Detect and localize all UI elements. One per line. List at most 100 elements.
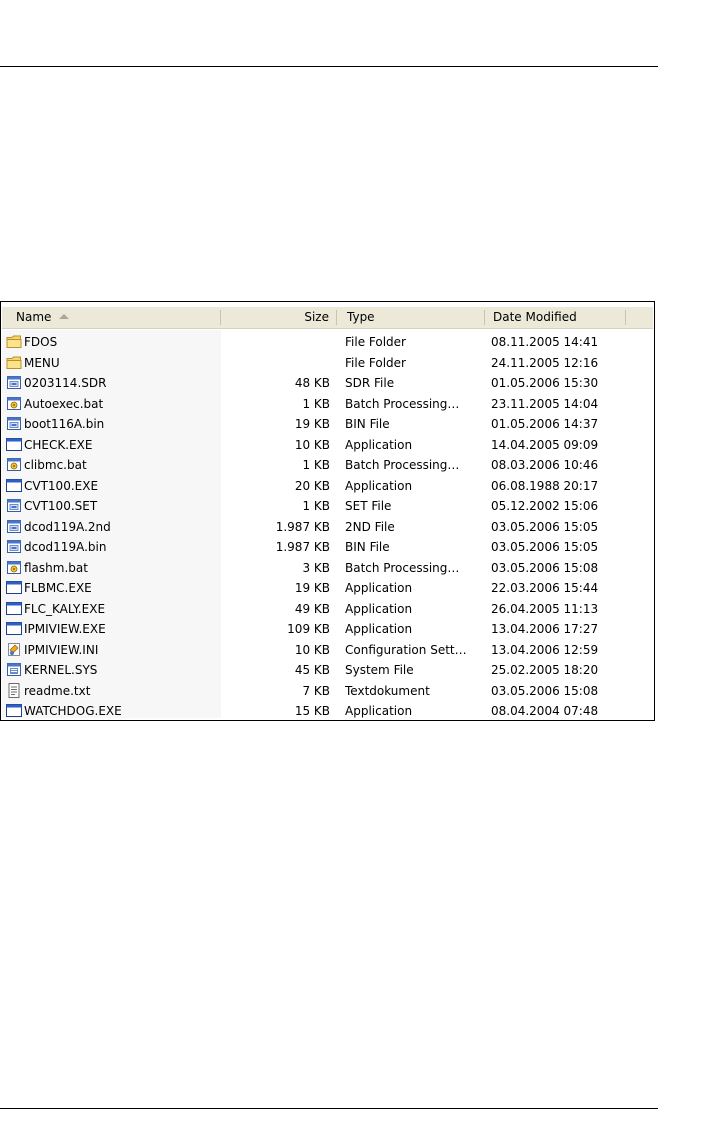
file-name: CVT100.SET <box>24 499 98 513</box>
text-file-icon <box>6 682 22 698</box>
file-type: Application <box>345 601 413 616</box>
column-divider[interactable] <box>484 310 485 325</box>
file-name-cell[interactable]: CHECK.EXE <box>6 435 220 455</box>
file-name: clibmc.bat <box>24 458 87 472</box>
file-size: 15 KB <box>294 704 330 718</box>
file-name: dcod119A.bin <box>24 540 107 554</box>
file-date-modified: 23.11.2005 14:04 <box>491 396 599 411</box>
file-type: SET File <box>345 499 392 513</box>
batch-file-icon <box>6 457 22 472</box>
file-name-cell[interactable]: flashm.bat <box>6 558 220 578</box>
file-name-cell[interactable]: boot116A.bin <box>6 414 220 434</box>
file-row[interactable]: Autoexec.bat 1 KB Batch Processing… 23.11.2… <box>2 394 653 415</box>
file-type: File Folder <box>345 335 406 349</box>
file-date-modified: 05.12.2002 15:06 <box>491 499 599 513</box>
batch-file-icon <box>6 560 22 575</box>
file-name-cell[interactable]: CVT100.SET <box>6 496 220 516</box>
file-date-modified: 03.05.2006 15:05 <box>491 519 599 534</box>
file-row[interactable]: boot116A.bin 19 KB BIN File 01.05.2006 14:3… <box>2 414 653 435</box>
generic-file-icon <box>6 519 22 534</box>
column-header-bar: Name Size Type Date Modified <box>2 307 653 329</box>
file-row[interactable]: FLBMC.EXE 19 KB Application 22.03.2006 15:4… <box>2 578 653 599</box>
file-name-cell[interactable]: Autoexec.bat <box>6 394 220 414</box>
file-name-cell[interactable]: IPMIVIEW.EXE <box>6 619 220 639</box>
file-type: Textdokument <box>345 683 430 698</box>
file-type: Batch Processing… <box>345 458 460 472</box>
file-name-cell[interactable]: WATCHDOG.EXE <box>6 701 220 720</box>
file-size: 19 KB <box>294 417 330 431</box>
file-row[interactable]: KERNEL.SYS 45 KB System File 25.02.2005 18:… <box>2 660 653 681</box>
file-rows: FDOS File Folder 08.11.2005 14:41 MENU File … <box>2 332 653 720</box>
file-name: CVT100.EXE <box>24 478 99 493</box>
column-divider[interactable] <box>625 310 626 325</box>
file-date-modified: 03.05.2006 15:05 <box>491 540 599 554</box>
file-name-cell[interactable]: FLC_KALY.EXE <box>6 599 220 619</box>
file-name: Autoexec.bat <box>24 396 104 411</box>
file-size: 48 KB <box>294 376 330 390</box>
file-date-modified: 24.11.2005 12:16 <box>491 355 599 370</box>
file-row[interactable]: MENU File Folder 24.11.2005 12:16 <box>2 353 653 374</box>
file-name-cell[interactable]: FLBMC.EXE <box>6 578 220 598</box>
file-name-cell[interactable]: FDOS <box>6 332 220 352</box>
file-row[interactable]: IPMIVIEW.EXE 109 KB Application 13.04.2006 … <box>2 619 653 640</box>
file-size: 20 KB <box>294 478 330 493</box>
file-size: 3 KB <box>302 560 330 575</box>
generic-file-icon <box>6 539 22 554</box>
file-name: dcod119A.2nd <box>24 519 111 534</box>
file-date-modified: 06.08.1988 20:17 <box>491 478 599 493</box>
file-size: 7 KB <box>302 683 330 698</box>
file-row[interactable]: dcod119A.2nd 1.987 KB 2ND File 03.05.2006 1… <box>2 517 653 538</box>
file-name-cell[interactable]: dcod119A.2nd <box>6 517 220 537</box>
file-name-cell[interactable]: KERNEL.SYS <box>6 660 220 680</box>
column-header-type[interactable]: Type <box>347 307 477 328</box>
file-name: 0203114.SDR <box>24 376 107 390</box>
file-type: Configuration Sett… <box>345 642 467 657</box>
file-row[interactable]: clibmc.bat 1 KB Batch Processing… 08.03.200… <box>2 455 653 476</box>
file-size: 10 KB <box>294 437 330 452</box>
file-row[interactable]: FDOS File Folder 08.11.2005 14:41 <box>2 332 653 353</box>
file-row[interactable]: CHECK.EXE 10 KB Application 14.04.2005 09:0… <box>2 435 653 456</box>
file-date-modified: 03.05.2006 15:08 <box>491 683 599 698</box>
file-type: Application <box>345 581 413 595</box>
file-date-modified: 13.04.2006 17:27 <box>491 622 599 636</box>
file-name-cell[interactable]: dcod119A.bin <box>6 537 220 557</box>
file-name-cell[interactable]: IPMIVIEW.INI <box>6 640 220 660</box>
file-name-cell[interactable]: CVT100.EXE <box>6 476 220 496</box>
application-icon <box>6 437 22 452</box>
column-header-type-label: Type <box>347 310 375 324</box>
folder-icon <box>6 355 22 370</box>
file-row[interactable]: CVT100.SET 1 KB SET File 05.12.2002 15:06 <box>2 496 653 517</box>
file-row[interactable]: dcod119A.bin 1.987 KB BIN File 03.05.2006 1… <box>2 537 653 558</box>
column-header-name[interactable]: Name <box>16 307 216 328</box>
file-row[interactable]: flashm.bat 3 KB Batch Processing… 03.05.200… <box>2 558 653 579</box>
file-name-cell[interactable]: readme.txt <box>6 681 220 701</box>
file-type: Application <box>345 704 413 718</box>
file-list-view: Name Size Type Date Modified FDOS File Fo… <box>0 301 655 721</box>
file-type: Application <box>345 622 413 636</box>
file-name-cell[interactable]: 0203114.SDR <box>6 373 220 393</box>
application-icon <box>6 601 22 616</box>
column-header-size[interactable]: Size <box>222 307 329 328</box>
file-name: IPMIVIEW.EXE <box>24 622 106 636</box>
file-name: KERNEL.SYS <box>24 663 98 677</box>
column-divider[interactable] <box>336 310 337 325</box>
file-name: flashm.bat <box>24 560 88 575</box>
column-header-date[interactable]: Date Modified <box>493 307 623 328</box>
file-row[interactable]: FLC_KALY.EXE 49 KB Application 26.04.2005 1… <box>2 599 653 620</box>
file-date-modified: 03.05.2006 15:08 <box>491 560 599 575</box>
file-date-modified: 25.02.2005 18:20 <box>491 663 599 677</box>
file-name-cell[interactable]: MENU <box>6 353 220 373</box>
file-size: 109 KB <box>287 622 330 636</box>
file-row[interactable]: 0203114.SDR 48 KB SDR File 01.05.2006 15:30 <box>2 373 653 394</box>
file-name-cell[interactable]: clibmc.bat <box>6 455 220 475</box>
file-row[interactable]: WATCHDOG.EXE 15 KB Application 08.04.2004 0… <box>2 701 653 720</box>
column-divider[interactable] <box>220 310 221 325</box>
file-row[interactable]: readme.txt 7 KB Textdokument 03.05.2006 15:… <box>2 681 653 702</box>
generic-file-icon <box>6 498 22 513</box>
file-type: Batch Processing… <box>345 396 460 411</box>
file-row[interactable]: IPMIVIEW.INI 10 KB Configuration Sett… 13.0… <box>2 640 653 661</box>
file-size <box>222 332 330 352</box>
file-type: Application <box>345 478 413 493</box>
generic-file-icon <box>6 416 22 431</box>
file-row[interactable]: CVT100.EXE 20 KB Application 06.08.1988 20:… <box>2 476 653 497</box>
